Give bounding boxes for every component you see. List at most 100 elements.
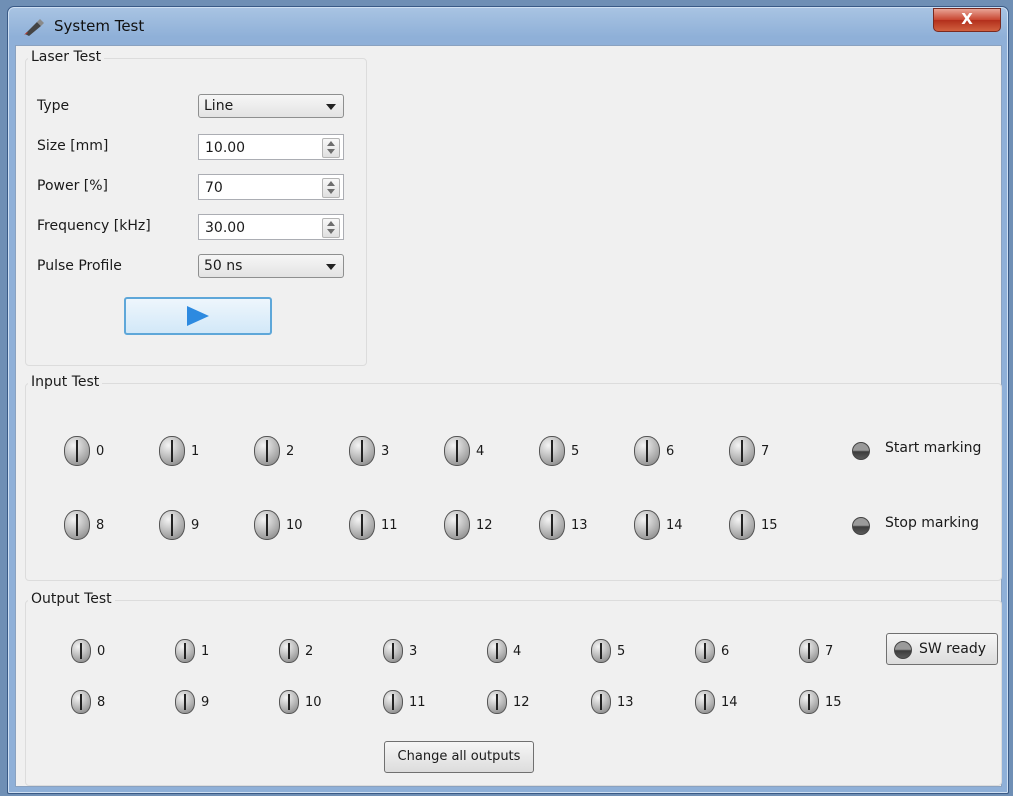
pin-number: 3 [409,643,418,659]
toggle-switch-icon [279,639,299,663]
output-pin-9[interactable]: 9 [175,690,209,714]
pin-number: 15 [825,694,842,710]
input-pin-10: 10 [254,510,303,540]
title-bar[interactable]: System Test X [8,7,1008,45]
pin-number: 15 [761,517,778,533]
toggle-switch-icon [729,510,755,540]
toggle-switch-icon [175,690,195,714]
toggle-switch-icon [487,639,507,663]
pin-number: 10 [286,517,303,533]
pin-number: 12 [513,694,530,710]
chevron-down-icon [326,264,336,270]
toggle-switch-icon [444,436,470,466]
start-marking-led-icon [852,442,870,460]
output-test-title: Output Test [28,591,115,607]
output-pin-5[interactable]: 5 [591,639,625,663]
input-test-title: Input Test [28,374,103,390]
field-label: Power [%] [37,178,109,194]
arrow-down-icon [327,229,335,234]
output-pin-4[interactable]: 4 [487,639,521,663]
system-test-window: System Test X Laser Test Type Line Size [m… [7,6,1009,794]
pin-number: 1 [191,443,200,459]
output-pin-12[interactable]: 12 [487,690,530,714]
laser-pen-icon [24,19,44,36]
chevron-down-icon [326,104,336,110]
pin-number: 11 [409,694,426,710]
pin-number: 2 [286,443,295,459]
toggle-switch-icon [539,436,565,466]
output-pin-6[interactable]: 6 [695,639,729,663]
pin-number: 7 [761,443,770,459]
output-pin-7[interactable]: 7 [799,639,833,663]
number-spinbox[interactable]: 30.00 [198,214,344,240]
number-spinbox[interactable]: 10.00 [198,134,344,160]
toggle-switch-icon [383,639,403,663]
pin-number: 6 [721,643,730,659]
start-marking-label: Start marking [885,440,982,456]
output-pin-10[interactable]: 10 [279,690,322,714]
output-pin-14[interactable]: 14 [695,690,738,714]
input-pin-7: 7 [729,436,769,466]
pin-number: 4 [513,643,522,659]
output-pin-13[interactable]: 13 [591,690,634,714]
pin-number: 14 [666,517,683,533]
change-all-outputs-button[interactable]: Change all outputs [384,741,534,773]
toggle-switch-icon [634,436,660,466]
arrow-up-icon [327,181,335,186]
spin-buttons[interactable] [322,218,340,238]
toggle-switch-icon [539,510,565,540]
window-title: System Test [54,17,145,35]
toggle-switch-icon [799,639,819,663]
output-pin-8[interactable]: 8 [71,690,105,714]
close-button[interactable]: X [933,8,1001,32]
pin-number: 10 [305,694,322,710]
pin-number: 7 [825,643,834,659]
arrow-up-icon [327,221,335,226]
dropdown-select[interactable]: 50 ns [198,254,344,278]
input-pin-3: 3 [349,436,389,466]
toggle-switch-icon [383,690,403,714]
toggle-switch-icon [254,436,280,466]
toggle-switch-icon [729,436,755,466]
output-pin-0[interactable]: 0 [71,639,105,663]
number-spinbox[interactable]: 70 [198,174,344,200]
field-label: Frequency [kHz] [37,218,151,234]
pin-number: 1 [201,643,210,659]
spin-buttons[interactable] [322,138,340,158]
toggle-switch-icon [799,690,819,714]
pin-number: 6 [666,443,675,459]
pin-number: 5 [617,643,626,659]
toggle-switch-icon [64,510,90,540]
field-label: Type [37,98,70,114]
output-pin-15[interactable]: 15 [799,690,842,714]
start-laser-button[interactable] [124,297,272,335]
pin-number: 8 [97,694,106,710]
output-pin-2[interactable]: 2 [279,639,313,663]
sw-ready-button[interactable]: SW ready [886,633,998,665]
input-pin-15: 15 [729,510,778,540]
led-indicator-icon [894,641,912,659]
pin-number: 3 [381,443,390,459]
pin-number: 0 [96,443,105,459]
sw-ready-label: SW ready [919,641,986,657]
input-pin-0: 0 [64,436,104,466]
arrow-up-icon [327,141,335,146]
field-value: 50 ns [204,258,243,274]
spin-buttons[interactable] [322,178,340,198]
output-pin-11[interactable]: 11 [383,690,426,714]
client-area: Laser Test Type Line Size [mm] 10.00 Power [… [15,45,1002,787]
toggle-switch-icon [634,510,660,540]
laser-test-title: Laser Test [28,49,105,65]
toggle-switch-icon [159,436,185,466]
output-pin-3[interactable]: 3 [383,639,417,663]
output-pin-1[interactable]: 1 [175,639,209,663]
pin-number: 11 [381,517,398,533]
toggle-switch-icon [695,690,715,714]
input-pin-4: 4 [444,436,484,466]
input-pin-9: 9 [159,510,199,540]
toggle-switch-icon [444,510,470,540]
dropdown-select[interactable]: Line [198,94,344,118]
toggle-switch-icon [695,639,715,663]
arrow-down-icon [327,149,335,154]
stop-marking-label: Stop marking [885,515,980,531]
